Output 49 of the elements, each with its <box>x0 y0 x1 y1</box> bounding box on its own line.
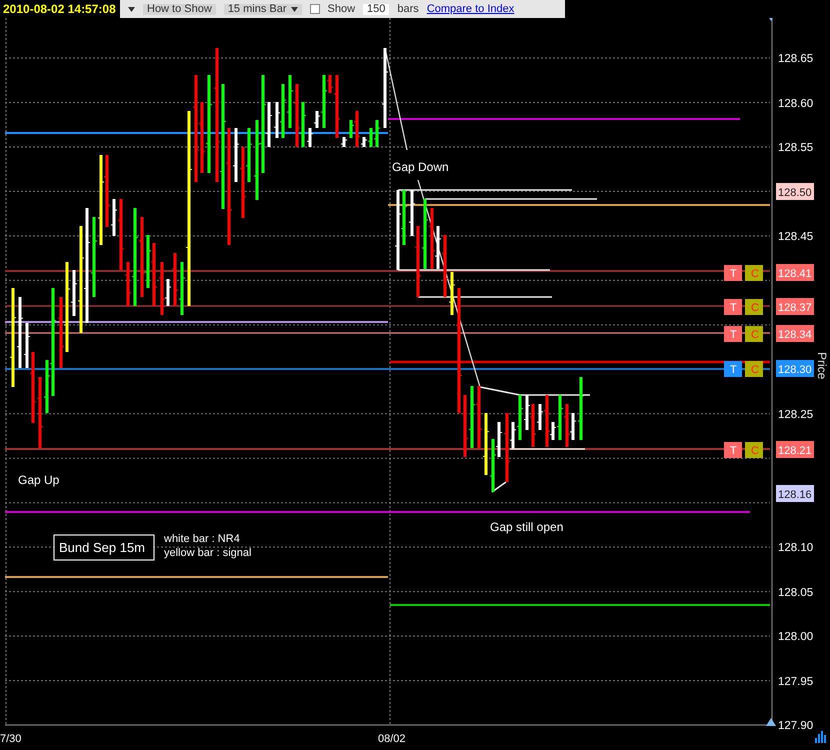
price-tick-label: 128.10 <box>778 542 814 554</box>
show-label: Show <box>328 4 356 14</box>
price-tick-label: 128.45 <box>778 231 814 243</box>
price-tick-label: 128.60 <box>778 98 814 110</box>
cancel-button[interactable]: C <box>745 442 763 458</box>
price-tick-label: 127.90 <box>778 720 814 732</box>
price-tag: 128.21 <box>776 441 814 458</box>
trade-button[interactable]: T <box>724 442 742 458</box>
trade-button[interactable]: T <box>724 299 742 315</box>
scale-handle-icon[interactable] <box>766 718 776 726</box>
cancel-button[interactable]: C <box>745 326 763 342</box>
price-tick-label: 127.95 <box>778 676 814 688</box>
how-to-show-label: How to Show <box>143 4 216 14</box>
chart-annotation: Gap Up <box>18 473 60 487</box>
price-tag: 128.34 <box>776 325 814 342</box>
trade-button[interactable]: T <box>724 265 742 281</box>
price-tick-label: 128.65 <box>778 53 814 65</box>
timestamp: 2010-08-02 14:57:08 <box>2 1 117 18</box>
chart-annotation: Gap Down <box>392 160 449 174</box>
price-tick-label: 128.55 <box>778 142 814 154</box>
caret-icon <box>290 6 298 12</box>
price-tag: 128.30 <box>776 360 814 377</box>
caret-icon[interactable] <box>128 6 135 12</box>
bars-count-field[interactable]: 150 <box>363 4 390 14</box>
interval-dropdown[interactable]: 15 mins Bar <box>224 4 302 14</box>
time-axis-label: 7/30 <box>0 733 22 745</box>
cancel-button[interactable]: C <box>745 265 763 281</box>
price-tick-label: 128.25 <box>778 409 814 421</box>
price-tag: 128.50 <box>776 183 814 200</box>
cancel-button[interactable]: C <box>745 361 763 377</box>
bars-label: bars <box>397 4 419 14</box>
chart-title: Bund Sep 15m <box>59 540 146 555</box>
cancel-button[interactable]: C <box>745 299 763 315</box>
chart-annotation: Gap still open <box>490 520 564 534</box>
price-axis-title: Price <box>815 352 829 380</box>
price-tick-label: 128.05 <box>778 587 814 599</box>
bar-chart-icon[interactable] <box>815 731 826 743</box>
legend-text: white bar : NR4 <box>164 533 240 545</box>
legend-text: yellow bar : signal <box>164 547 252 559</box>
show-checkbox[interactable] <box>310 4 320 14</box>
price-tag: 128.16 <box>776 485 814 502</box>
trade-button[interactable]: T <box>724 326 742 342</box>
price-tag: 128.37 <box>776 298 814 315</box>
compare-to-index-link[interactable]: Compare to Index <box>426 4 514 14</box>
trade-button[interactable]: T <box>724 361 742 377</box>
time-axis-label: 08/02 <box>378 733 406 745</box>
trend-line <box>492 481 506 493</box>
price-tag: 128.41 <box>776 264 814 281</box>
price-tick-label: 128.00 <box>778 631 814 643</box>
